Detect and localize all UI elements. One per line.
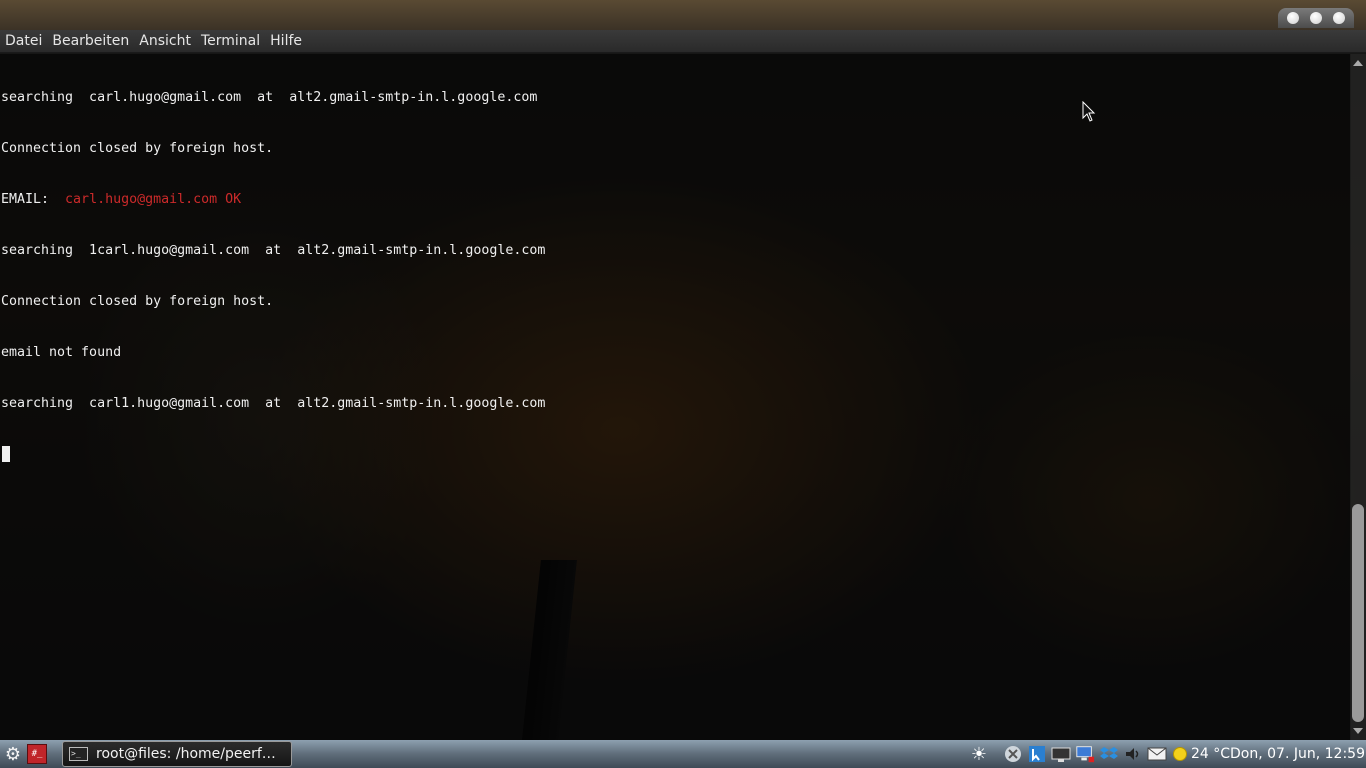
dropbox-icon[interactable] [1099,744,1119,764]
weather-widget[interactable]: 24 °C [1172,746,1231,762]
terminal-line: email not found [1,345,122,360]
email-result: carl.hugo@gmail.com OK [65,192,242,207]
network-icon[interactable] [1075,744,1095,764]
terminal-scrollbar[interactable] [1350,54,1366,740]
menu-datei[interactable]: Datei [0,30,47,52]
display-icon[interactable] [1051,744,1071,764]
minimize-button[interactable] [1287,12,1300,24]
terminal-line: searching carl1.hugo@gmail.com at alt2.g… [1,396,546,411]
close-button[interactable] [1332,12,1345,24]
terminal-window-icon: >_ [69,747,88,761]
weather-sun-icon [1172,747,1187,761]
taskbar-window-label: root@files: /home/peerf… [96,746,276,762]
terminal-line: Connection closed by foreign host. [1,294,274,309]
terminal-prompt-line[interactable] [1,446,1351,463]
text-cursor [2,446,10,462]
volume-icon[interactable] [1123,744,1143,764]
taskbar-window-button[interactable]: >_ root@files: /home/peerf… [62,741,292,767]
clock[interactable]: Don, 07. Jun, 12:59 [1230,746,1365,762]
scroll-down-arrow-icon[interactable] [1353,728,1363,734]
terminal-line: searching carl.hugo@gmail.com at alt2.gm… [1,90,538,105]
terminal-icon[interactable]: #_ [27,744,47,764]
mail-icon[interactable] [1147,744,1167,764]
scrollbar-thumb[interactable] [1352,504,1364,722]
window-controls [1278,8,1354,28]
taskbar-launchers: ⚙ #_ [0,740,47,768]
terminal-output[interactable]: searching carl.hugo@gmail.com at alt2.gm… [0,54,1351,741]
maximize-button[interactable] [1309,12,1322,24]
brightness-icon[interactable]: ☀ [969,744,989,765]
update-icon[interactable] [1027,744,1047,764]
network-x-icon[interactable] [1003,744,1023,764]
terminal-line: Connection closed by foreign host. [1,141,274,156]
terminal-line: EMAIL: carl.hugo@gmail.com OK [1,191,1351,208]
taskbar: ⚙ #_ >_ root@files: /home/peerf… ☀ 24 °C… [0,740,1366,768]
scroll-up-arrow-icon[interactable] [1353,60,1363,66]
menu-bearbeiten[interactable]: Bearbeiten [47,30,134,52]
menu-ansicht[interactable]: Ansicht [134,30,196,52]
terminal-line: searching 1carl.hugo@gmail.com at alt2.g… [1,243,546,258]
window-titlebar[interactable] [0,0,1366,30]
menubar: Datei Bearbeiten Ansicht Terminal Hilfe [0,30,1366,53]
gear-icon[interactable]: ⚙ [2,743,24,765]
system-tray: ☀ 24 °C Don, 07. Jun, 12:59 [967,740,1366,768]
menu-terminal[interactable]: Terminal [196,30,265,52]
weather-temperature: 24 °C [1190,746,1231,762]
menu-hilfe[interactable]: Hilfe [265,30,307,52]
email-prefix: EMAIL: [1,192,66,207]
